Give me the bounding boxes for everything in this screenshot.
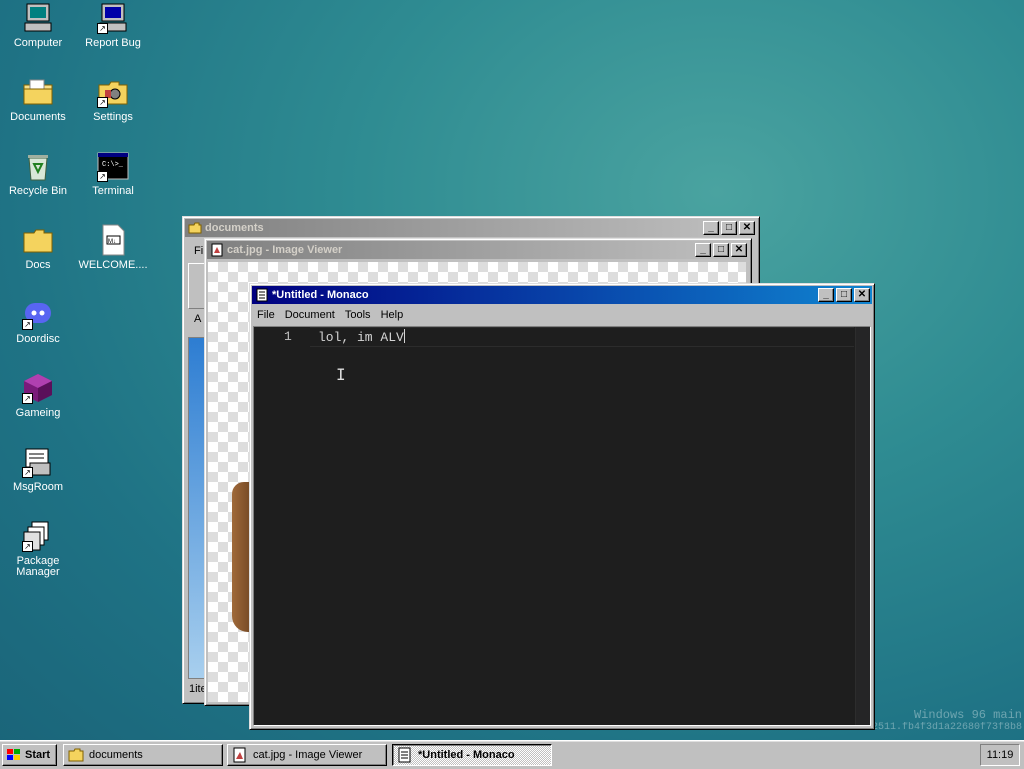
desktop-icon-report-bug[interactable]: ↗ Report Bug: [77, 2, 149, 49]
start-label: Start: [25, 749, 51, 761]
desktop-icon-label: Docs: [25, 259, 51, 271]
chat-app-icon: ↗: [22, 298, 54, 330]
desktop-icon-computer[interactable]: Computer: [2, 2, 74, 49]
desktop-icon-label: WELCOME....: [78, 259, 148, 271]
task-label: *Untitled - Monaco: [418, 749, 515, 761]
recycle-bin-icon: [22, 150, 54, 182]
close-button[interactable]: ✕: [731, 243, 747, 257]
computer-icon: [22, 2, 54, 34]
image-file-icon: [232, 747, 248, 763]
menu-document[interactable]: Document: [280, 309, 340, 321]
documents-titlebar[interactable]: documents _ □ ✕: [185, 219, 757, 237]
start-logo-icon: [6, 747, 22, 763]
shortcut-arrow-icon: ↗: [97, 171, 108, 182]
desktop-icon-label: Recycle Bin: [8, 185, 68, 197]
desktop-icon-label: Settings: [93, 111, 133, 123]
desktop-icon-label: Report Bug: [85, 37, 141, 49]
code-line[interactable]: lol, im ALV: [318, 329, 405, 345]
desktop-icon-doordisc[interactable]: ↗ Doordisc: [2, 298, 74, 345]
desktop-icon-terminal[interactable]: C:\>_ ↗ Terminal: [77, 150, 149, 197]
ibeam-cursor-icon: I: [336, 365, 346, 384]
shortcut-arrow-icon: ↗: [22, 319, 33, 330]
package-icon: ↗: [22, 520, 54, 552]
desktop-icon-package-manager[interactable]: ↗ Package Manager: [2, 520, 74, 578]
shortcut-arrow-icon: ↗: [97, 97, 108, 108]
editor-scrollbar[interactable]: [855, 327, 870, 725]
maximize-button[interactable]: □: [836, 288, 852, 302]
documents-menu-fragment[interactable]: Fi: [194, 245, 203, 257]
menu-file[interactable]: File: [252, 309, 280, 321]
desktop-icon-label: Gameing: [15, 407, 61, 419]
desktop-icon-settings[interactable]: ↗ Settings: [77, 76, 149, 123]
desktop-icon-documents[interactable]: Documents: [2, 76, 74, 123]
image-viewer-titlebar[interactable]: cat.jpg - Image Viewer _ □ ✕: [207, 241, 749, 259]
shortcut-arrow-icon: ↗: [22, 467, 33, 478]
markdown-file-icon: M↓: [97, 224, 129, 256]
documents-address-fragment[interactable]: A: [194, 313, 201, 325]
close-button[interactable]: ✕: [854, 288, 870, 302]
folder-icon: [22, 224, 54, 256]
desktop-icon-label: Package Manager: [16, 555, 60, 578]
desktop-icon-label: Computer: [13, 37, 63, 49]
menu-help[interactable]: Help: [376, 309, 409, 321]
monaco-titlebar[interactable]: *Untitled - Monaco _ □ ✕: [252, 286, 872, 304]
close-button[interactable]: ✕: [739, 221, 755, 235]
minimize-button[interactable]: _: [703, 221, 719, 235]
settings-folder-icon: ↗: [97, 76, 129, 108]
desktop-icon-recycle-bin[interactable]: Recycle Bin: [2, 150, 74, 197]
system-tray-clock[interactable]: 11:19: [980, 744, 1020, 766]
monaco-editor-window[interactable]: *Untitled - Monaco _ □ ✕ File Document T…: [249, 283, 875, 730]
terminal-icon: C:\>_ ↗: [97, 150, 129, 182]
window-title: cat.jpg - Image Viewer: [227, 244, 343, 256]
task-label: cat.jpg - Image Viewer: [253, 749, 363, 761]
editor-menubar: File Document Tools Help: [250, 306, 874, 324]
code-editor[interactable]: 1 lol, im ALV I: [253, 326, 871, 726]
svg-text:C:\>_: C:\>_: [102, 161, 124, 169]
minimize-button[interactable]: _: [695, 243, 711, 257]
task-documents[interactable]: documents: [63, 744, 223, 766]
svg-text:M↓: M↓: [108, 239, 116, 245]
menu-tools[interactable]: Tools: [340, 309, 376, 321]
task-label: documents: [89, 749, 143, 761]
task-monaco[interactable]: *Untitled - Monaco: [392, 744, 552, 766]
start-button[interactable]: Start: [2, 744, 57, 766]
folder-icon: [68, 747, 84, 763]
line-number: 1: [284, 329, 292, 344]
notepad-icon: [255, 288, 269, 302]
code-line-text: lol, im ALV: [318, 330, 404, 345]
window-title: documents: [205, 222, 264, 234]
maximize-button[interactable]: □: [713, 243, 729, 257]
text-caret: [403, 329, 405, 343]
desktop-icon-label: Documents: [10, 111, 66, 123]
message-room-icon: ↗: [22, 446, 54, 478]
notepad-icon: [397, 747, 413, 763]
bug-report-icon: ↗: [97, 2, 129, 34]
desktop-icon-label: MsgRoom: [12, 481, 64, 493]
desktop-icon-gameing[interactable]: ↗ Gameing: [2, 372, 74, 419]
game-cube-icon: ↗: [22, 372, 54, 404]
desktop-icon-msgroom[interactable]: ↗ MsgRoom: [2, 446, 74, 493]
clock: 11:19: [986, 749, 1014, 761]
desktop-icon-docs[interactable]: Docs: [2, 224, 74, 271]
folder-icon: [188, 221, 202, 235]
shortcut-arrow-icon: ↗: [97, 23, 108, 34]
desktop-icon-welcome[interactable]: M↓ WELCOME....: [77, 224, 149, 271]
desktop-icon-label: Terminal: [92, 185, 134, 197]
maximize-button[interactable]: □: [721, 221, 737, 235]
shortcut-arrow-icon: ↗: [22, 393, 33, 404]
taskbar: Start documents cat.jpg - Image Viewer *…: [0, 740, 1024, 769]
shortcut-arrow-icon: ↗: [22, 541, 33, 552]
task-image-viewer[interactable]: cat.jpg - Image Viewer: [227, 744, 387, 766]
image-file-icon: [210, 243, 224, 257]
minimize-button[interactable]: _: [818, 288, 834, 302]
desktop-icon-label: Doordisc: [16, 333, 60, 345]
folder-icon: [22, 76, 54, 108]
window-title: *Untitled - Monaco: [272, 289, 369, 301]
